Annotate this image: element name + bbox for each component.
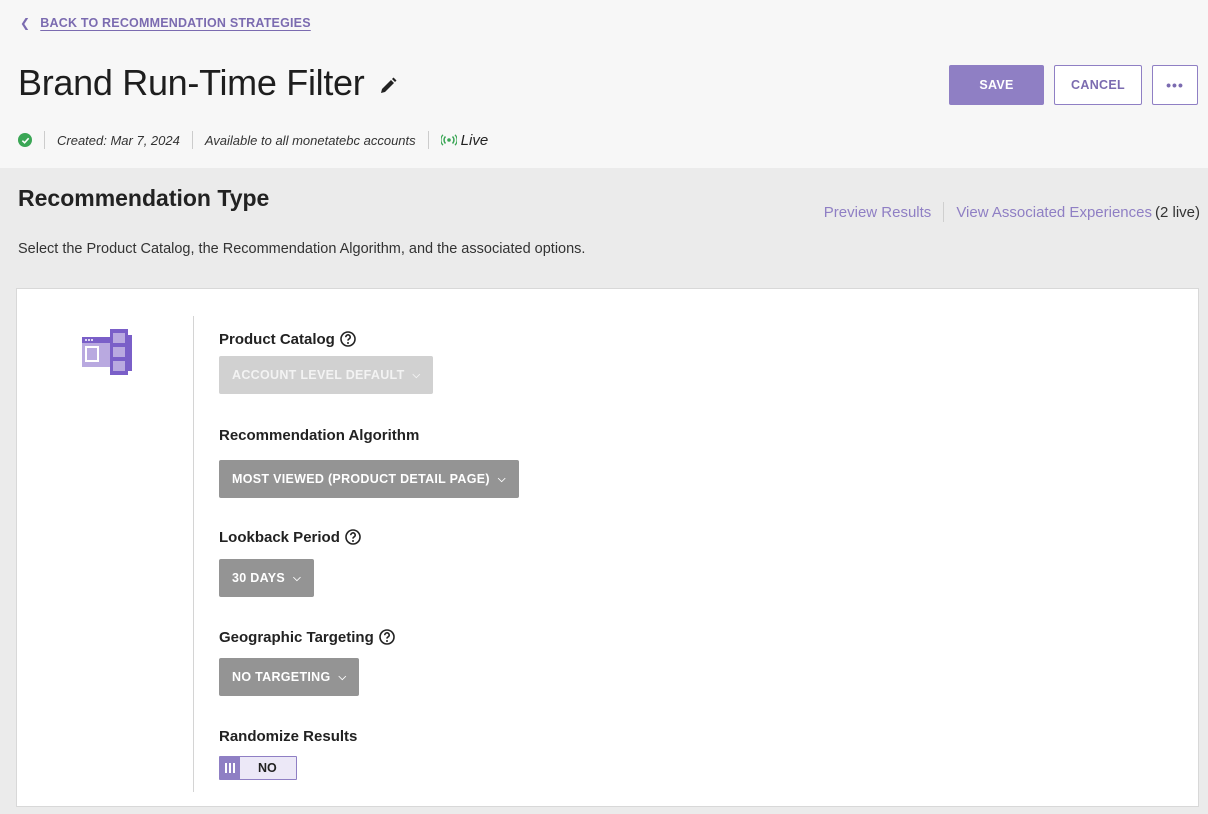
toggle-handle-icon <box>220 757 240 779</box>
page-title: Brand Run-Time Filter <box>18 62 365 103</box>
algorithm-value: MOST VIEWED (PRODUCT DETAIL PAGE) <box>232 472 490 486</box>
randomize-value: NO <box>258 761 277 775</box>
section-title: Recommendation Type <box>18 185 270 211</box>
broadcast-icon <box>440 134 457 146</box>
geo-label-text: Geographic Targeting <box>219 628 374 646</box>
cancel-button[interactable]: CANCEL <box>1054 65 1142 105</box>
product-catalog-icon <box>82 329 132 375</box>
geo-value: NO TARGETING <box>232 670 331 684</box>
meta-divider <box>191 131 193 149</box>
lookback-dropdown[interactable]: 30 DAYS ⌵ <box>219 559 314 597</box>
geo-label: Geographic Targeting <box>219 627 395 647</box>
algorithm-label: Recommendation Algorithm <box>219 426 420 444</box>
meta-divider <box>44 131 45 149</box>
help-icon[interactable] <box>378 629 395 645</box>
product-catalog-dropdown: ACCOUNT LEVEL DEFAULT ⌵ <box>219 356 434 394</box>
chevron-down-icon: ⌵ <box>412 369 421 381</box>
product-catalog-field: Product Catalog <box>219 329 356 349</box>
recommendation-card: Product Catalog ACCOUNT LEVEL DEFAULT ⌵ … <box>16 288 1199 807</box>
back-link[interactable]: ❮ BACK TO RECOMMENDATION STRATEGIES <box>20 16 311 30</box>
card-divider <box>193 316 194 792</box>
meta-row: Created: Mar 7, 2024 Available to all mo… <box>18 131 488 149</box>
algorithm-dropdown[interactable]: MOST VIEWED (PRODUCT DETAIL PAGE) ⌵ <box>219 460 519 498</box>
save-button[interactable]: SAVE <box>949 65 1044 105</box>
chevron-down-icon: ⌵ <box>293 572 301 584</box>
link-divider <box>943 202 945 222</box>
pencil-icon[interactable] <box>378 76 398 96</box>
associated-count: (2 live) <box>1154 203 1200 221</box>
randomize-field: Randomize Results <box>219 726 357 746</box>
chevron-down-icon: ⌵ <box>497 473 506 485</box>
help-icon[interactable] <box>340 331 356 347</box>
chevron-left-icon: ❮ <box>20 16 31 30</box>
more-options-button[interactable]: ••• <box>1152 65 1198 105</box>
product-catalog-label: Product Catalog <box>219 329 356 349</box>
check-circle-icon <box>18 133 32 147</box>
lookback-field: Lookback Period <box>219 527 361 547</box>
header-actions: SAVE CANCEL ••• <box>949 65 1198 105</box>
lookback-label-text: Lookback Period <box>219 528 340 546</box>
preview-results-link[interactable]: Preview Results <box>824 204 932 221</box>
recommendation-type-section: Recommendation Type Preview Results View… <box>0 168 1208 814</box>
page-header: ❮ BACK TO RECOMMENDATION STRATEGIES Bran… <box>0 0 1208 168</box>
availability-text: Available to all monetatebc accounts <box>204 132 416 148</box>
section-description: Select the Product Catalog, the Recommen… <box>18 241 586 257</box>
view-associated-experiences-link[interactable]: View Associated Experiences <box>956 204 1152 221</box>
randomize-toggle[interactable]: NO <box>219 756 297 780</box>
geo-field: Geographic Targeting <box>219 627 395 647</box>
product-catalog-value: ACCOUNT LEVEL DEFAULT <box>232 368 405 382</box>
product-catalog-label-text: Product Catalog <box>219 330 335 348</box>
section-links: Preview Results View Associated Experien… <box>824 202 1200 222</box>
chevron-down-icon: ⌵ <box>338 671 347 683</box>
title-row: Brand Run-Time Filter <box>18 62 398 104</box>
meta-divider <box>427 131 429 149</box>
created-date: Created: Mar 7, 2024 <box>57 132 180 148</box>
algorithm-field: Recommendation Algorithm <box>219 425 419 445</box>
help-icon[interactable] <box>345 529 361 545</box>
lookback-label: Lookback Period <box>219 527 361 547</box>
randomize-label: Randomize Results <box>219 727 358 745</box>
back-link-label: BACK TO RECOMMENDATION STRATEGIES <box>40 16 311 30</box>
live-label: Live <box>460 131 489 149</box>
geo-dropdown[interactable]: NO TARGETING ⌵ <box>219 658 360 696</box>
live-status: Live <box>440 131 489 149</box>
lookback-value: 30 DAYS <box>232 571 286 585</box>
